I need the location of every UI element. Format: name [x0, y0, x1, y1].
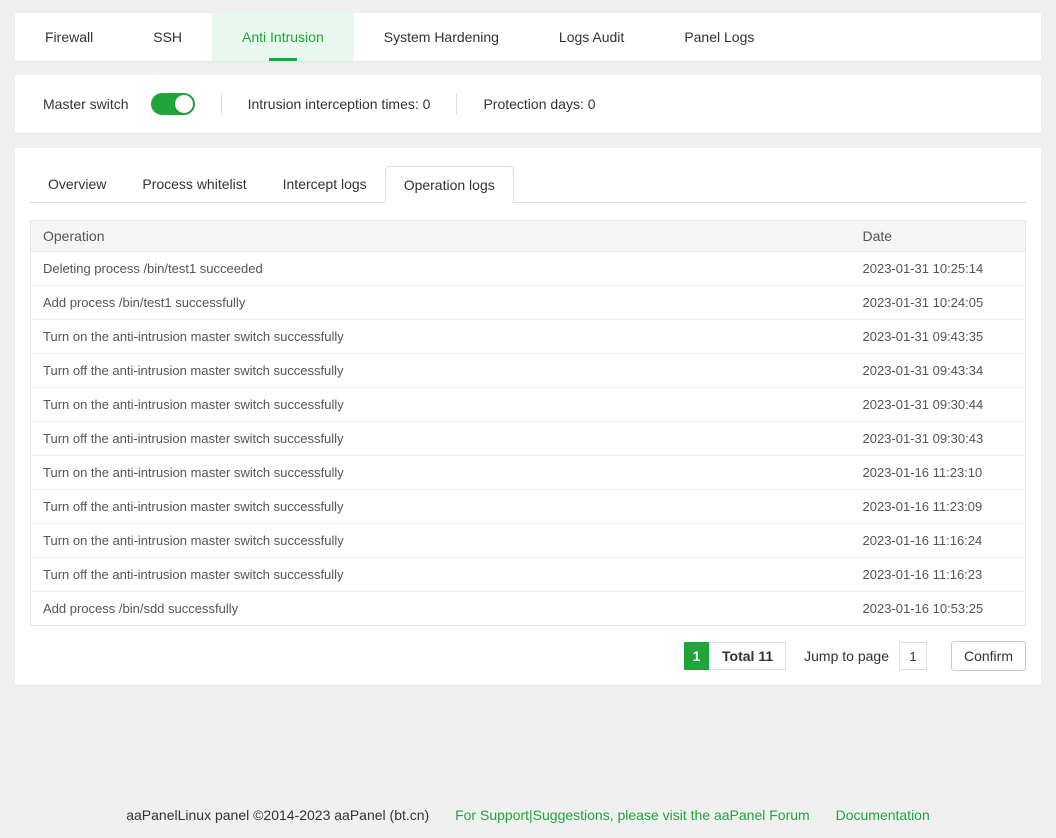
operation-cell: Turn on the anti-intrusion master switch…	[31, 388, 851, 422]
tab-panel-logs[interactable]: Panel Logs	[654, 13, 784, 61]
table-row: Deleting process /bin/test1 succeeded 20…	[31, 252, 1026, 286]
operation-logs-table: Operation Date Deleting process /bin/tes…	[30, 220, 1026, 626]
anti-intrusion-panel: Overview Process whitelist Intercept log…	[15, 148, 1041, 685]
page-total-label: Total 11	[709, 642, 786, 670]
master-switch-toggle[interactable]	[151, 93, 195, 115]
master-switch-bar: Master switch Intrusion interception tim…	[15, 75, 1041, 133]
date-cell: 2023-01-31 09:43:34	[851, 354, 1026, 388]
table-row: Turn off the anti-intrusion master switc…	[31, 490, 1026, 524]
date-cell: 2023-01-31 09:30:44	[851, 388, 1026, 422]
table-header-row: Operation Date	[31, 221, 1026, 252]
date-cell: 2023-01-16 11:16:24	[851, 524, 1026, 558]
table-row: Turn off the anti-intrusion master switc…	[31, 558, 1026, 592]
panel-tab-bar: Overview Process whitelist Intercept log…	[30, 166, 1026, 203]
tab-firewall[interactable]: Firewall	[15, 13, 123, 61]
operation-cell: Turn off the anti-intrusion master switc…	[31, 490, 851, 524]
date-cell: 2023-01-16 11:23:10	[851, 456, 1026, 490]
table-row: Turn on the anti-intrusion master switch…	[31, 388, 1026, 422]
operation-cell: Turn off the anti-intrusion master switc…	[31, 422, 851, 456]
pagination: 1 Total 11 Jump to page Confirm	[30, 641, 1026, 671]
documentation-link[interactable]: Documentation	[836, 807, 930, 823]
operation-cell: Add process /bin/test1 successfully	[31, 286, 851, 320]
protection-days-stat: Protection days: 0	[483, 96, 595, 112]
date-cell: 2023-01-31 09:43:35	[851, 320, 1026, 354]
column-header-date: Date	[851, 221, 1026, 252]
page-footer: aaPanelLinux panel ©2014-2023 aaPanel (b…	[0, 807, 1056, 823]
operation-cell: Turn on the anti-intrusion master switch…	[31, 524, 851, 558]
date-cell: 2023-01-16 11:23:09	[851, 490, 1026, 524]
table-row: Turn on the anti-intrusion master switch…	[31, 320, 1026, 354]
divider	[221, 93, 222, 115]
tab-logs-audit[interactable]: Logs Audit	[529, 13, 654, 61]
page-number-button[interactable]: 1	[684, 642, 709, 670]
jump-to-page-input[interactable]	[899, 642, 927, 670]
operation-cell: Deleting process /bin/test1 succeeded	[31, 252, 851, 286]
tab-anti-intrusion[interactable]: Anti Intrusion	[212, 13, 354, 61]
date-cell: 2023-01-31 09:30:43	[851, 422, 1026, 456]
table-row: Add process /bin/test1 successfully 2023…	[31, 286, 1026, 320]
tab-ssh[interactable]: SSH	[123, 13, 212, 61]
table-row: Turn on the anti-intrusion master switch…	[31, 524, 1026, 558]
operation-cell: Add process /bin/sdd successfully	[31, 592, 851, 626]
tab-system-hardening[interactable]: System Hardening	[354, 13, 529, 61]
table-row: Turn off the anti-intrusion master switc…	[31, 422, 1026, 456]
date-cell: 2023-01-16 10:53:25	[851, 592, 1026, 626]
tab-overview[interactable]: Overview	[30, 166, 124, 202]
operation-cell: Turn on the anti-intrusion master switch…	[31, 456, 851, 490]
date-cell: 2023-01-16 11:16:23	[851, 558, 1026, 592]
column-header-operation: Operation	[31, 221, 851, 252]
table-row: Add process /bin/sdd successfully 2023-0…	[31, 592, 1026, 626]
operation-cell: Turn off the anti-intrusion master switc…	[31, 354, 851, 388]
toggle-knob-icon	[175, 95, 193, 113]
interception-times-stat: Intrusion interception times: 0	[248, 96, 431, 112]
tab-operation-logs[interactable]: Operation logs	[385, 166, 514, 203]
jump-to-page-label: Jump to page	[804, 648, 889, 664]
confirm-button[interactable]: Confirm	[951, 641, 1026, 671]
operation-cell: Turn off the anti-intrusion master switc…	[31, 558, 851, 592]
table-row: Turn off the anti-intrusion master switc…	[31, 354, 1026, 388]
divider	[456, 93, 457, 115]
support-forum-link[interactable]: For Support|Suggestions, please visit th…	[455, 807, 810, 823]
copyright-text: aaPanelLinux panel ©2014-2023 aaPanel (b…	[126, 807, 429, 823]
tab-intercept-logs[interactable]: Intercept logs	[265, 166, 385, 202]
date-cell: 2023-01-31 10:24:05	[851, 286, 1026, 320]
tab-process-whitelist[interactable]: Process whitelist	[124, 166, 264, 202]
operation-cell: Turn on the anti-intrusion master switch…	[31, 320, 851, 354]
security-tab-bar: Firewall SSH Anti Intrusion System Harde…	[15, 13, 1041, 61]
date-cell: 2023-01-31 10:25:14	[851, 252, 1026, 286]
master-switch-label: Master switch	[43, 96, 129, 112]
table-row: Turn on the anti-intrusion master switch…	[31, 456, 1026, 490]
